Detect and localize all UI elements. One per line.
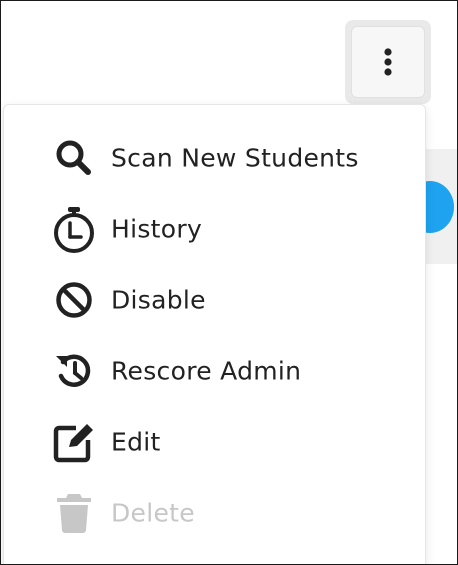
trash-icon (50, 489, 98, 537)
menu-item-edit[interactable]: Edit (4, 411, 425, 473)
menu-item-label: Edit (111, 427, 161, 457)
menu-item-disable[interactable]: Disable (4, 269, 425, 331)
menu-item-label: Disable (111, 285, 206, 315)
menu-item-history[interactable]: History (4, 198, 425, 260)
menu-item-scan-new-students[interactable]: Scan New Students (4, 127, 425, 189)
edit-icon (50, 418, 98, 466)
search-icon (50, 134, 98, 182)
history-restore-icon (50, 347, 98, 395)
app-frame: Scan New Students History Disable Rescor… (0, 0, 458, 565)
menu-item-label: Scan New Students (111, 143, 359, 173)
menu-item-label: Delete (111, 498, 195, 528)
menu-item-rescore-admin[interactable]: Rescore Admin (4, 340, 425, 402)
menu-item-label: History (111, 214, 203, 244)
kebab-vertical-icon (384, 48, 392, 76)
ban-icon (50, 276, 98, 324)
stopwatch-icon (50, 205, 98, 253)
actions-menu: Scan New Students History Disable Rescor… (3, 104, 426, 564)
menu-item-label: Rescore Admin (111, 356, 302, 386)
menu-item-delete[interactable]: Delete (4, 482, 425, 544)
more-options-button[interactable] (351, 26, 425, 98)
